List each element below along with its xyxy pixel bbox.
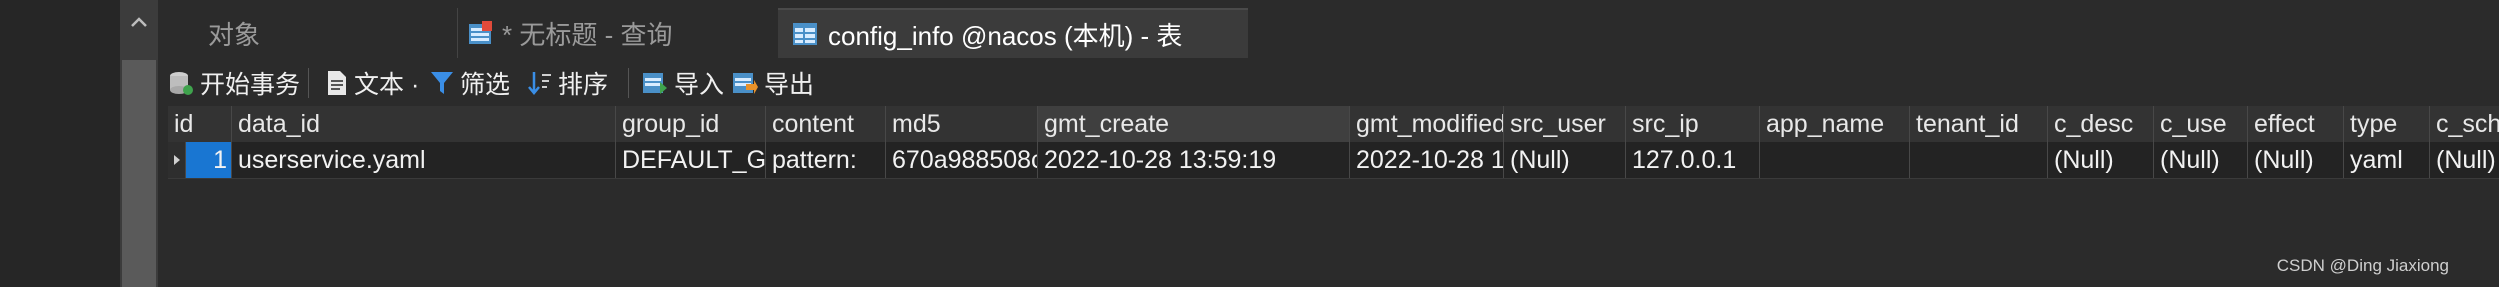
left-pane bbox=[0, 0, 120, 287]
column-header[interactable]: id bbox=[168, 106, 232, 142]
filter-label: 筛选 bbox=[460, 71, 511, 99]
column-header[interactable]: md5 bbox=[886, 106, 1038, 142]
table-cell[interactable]: (Null) bbox=[2154, 142, 2248, 178]
filter-button[interactable]: 筛选 bbox=[430, 66, 510, 100]
column-header[interactable]: src_ip bbox=[1626, 106, 1760, 142]
scrollbar-thumb[interactable] bbox=[122, 60, 156, 287]
query-icon bbox=[469, 21, 492, 44]
sort-icon bbox=[528, 72, 551, 95]
export-label: 导出 bbox=[764, 71, 815, 99]
tab-objects-label: 对象 bbox=[208, 19, 261, 50]
grid-empty-area bbox=[168, 180, 2499, 287]
toolbar: 开始事务 文本 · 筛选 排序 导入 导出 bbox=[158, 58, 2499, 106]
database-icon bbox=[170, 72, 193, 95]
column-header[interactable]: c_schema bbox=[2430, 106, 2499, 142]
column-header[interactable]: c_desc bbox=[2048, 106, 2154, 142]
column-header[interactable]: group_id bbox=[616, 106, 766, 142]
table-cell[interactable]: 127.0.0.1 bbox=[1626, 142, 1760, 178]
table-cell[interactable] bbox=[1910, 142, 2048, 178]
scroll-up-arrow-icon[interactable] bbox=[128, 12, 150, 34]
sort-label: 排序 bbox=[558, 71, 609, 99]
text-button[interactable]: 文本 · bbox=[326, 66, 419, 100]
table-cell[interactable]: yaml bbox=[2344, 142, 2430, 178]
column-header[interactable]: src_user bbox=[1504, 106, 1626, 142]
begin-transaction-button[interactable]: 开始事务 bbox=[168, 66, 300, 100]
table-cell[interactable]: (Null) bbox=[2248, 142, 2344, 178]
table-cell[interactable]: 670a988508c bbox=[886, 142, 1038, 178]
tab-untitled-query-label: * 无标题 - 查询 bbox=[502, 19, 673, 50]
column-header[interactable]: content bbox=[766, 106, 886, 142]
column-header[interactable]: app_name bbox=[1760, 106, 1910, 142]
export-button[interactable]: 导出 bbox=[732, 66, 814, 100]
table-cell[interactable]: DEFAULT_GROUP bbox=[616, 142, 766, 178]
header-row: id data_id group_id content md5 gmt_crea… bbox=[168, 106, 2499, 143]
table-cell[interactable]: 2022-10-28 13:59:19 bbox=[1038, 142, 1350, 178]
tab-config-info-label: config_info @nacos (本机) - 表 bbox=[828, 20, 1183, 51]
column-header[interactable]: gmt_create bbox=[1038, 106, 1350, 142]
table-cell[interactable]: 1 bbox=[186, 142, 232, 178]
column-header[interactable]: c_use bbox=[2154, 106, 2248, 142]
tab-bar: 对象 * 无标题 - 查询 config_info @nacos (本机) - … bbox=[158, 0, 2499, 58]
column-header[interactable]: effect bbox=[2248, 106, 2344, 142]
table-cell[interactable]: (Null) bbox=[2430, 142, 2499, 178]
tab-untitled-query[interactable]: * 无标题 - 查询 bbox=[458, 8, 820, 58]
text-label: 文本 · bbox=[354, 71, 420, 99]
table-cell[interactable]: pattern: bbox=[766, 142, 886, 178]
column-header[interactable]: data_id bbox=[232, 106, 616, 142]
column-header[interactable]: gmt_modified bbox=[1350, 106, 1504, 142]
row-selector[interactable] bbox=[168, 142, 186, 178]
column-header[interactable]: type bbox=[2344, 106, 2430, 142]
column-header[interactable]: tenant_id bbox=[1910, 106, 2048, 142]
table-row[interactable]: 1 userservice.yaml DEFAULT_GROUP pattern… bbox=[168, 142, 2499, 179]
table-icon bbox=[793, 23, 817, 45]
sort-button[interactable]: 排序 bbox=[528, 66, 608, 100]
toolbar-divider bbox=[628, 68, 629, 98]
table-cell[interactable] bbox=[1760, 142, 1910, 178]
tab-config-info-table[interactable]: config_info @nacos (本机) - 表 bbox=[778, 8, 1248, 58]
table-cell[interactable]: (Null) bbox=[1504, 142, 1626, 178]
import-button[interactable]: 导入 bbox=[642, 66, 724, 100]
current-row-arrow-icon bbox=[174, 155, 180, 165]
table-cell[interactable]: 2022-10-28 1 bbox=[1350, 142, 1504, 178]
watermark: CSDN @Ding Jiaxiong bbox=[2276, 256, 2449, 275]
import-label: 导入 bbox=[674, 71, 725, 99]
begin-transaction-label: 开始事务 bbox=[200, 71, 301, 99]
export-icon bbox=[733, 73, 758, 94]
tab-objects[interactable]: 对象 bbox=[158, 8, 458, 58]
filter-funnel-icon bbox=[431, 72, 453, 94]
import-icon bbox=[643, 73, 667, 94]
table-cell[interactable]: userservice.yaml bbox=[232, 142, 616, 178]
toolbar-divider bbox=[308, 68, 309, 98]
document-icon bbox=[328, 71, 346, 95]
table-cell[interactable]: (Null) bbox=[2048, 142, 2154, 178]
